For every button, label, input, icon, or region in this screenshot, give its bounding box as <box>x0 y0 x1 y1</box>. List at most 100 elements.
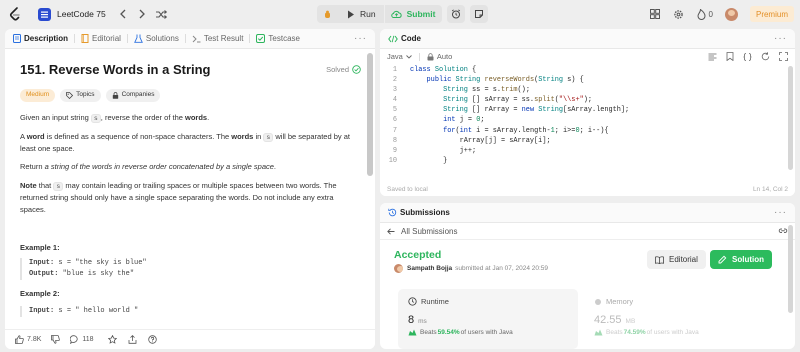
alarm-clock-icon <box>452 9 461 19</box>
code-text[interactable]: class Solution { <box>410 65 476 75</box>
code-line[interactable]: 1 class Solution { <box>380 65 795 75</box>
layout-grid-icon[interactable] <box>649 9 660 19</box>
auto-mode-toggle[interactable]: Auto <box>427 52 452 61</box>
timer-button[interactable] <box>447 5 466 23</box>
code-text[interactable]: for(int i = sArray.length-1; i>=0; i--){ <box>410 126 608 136</box>
bookmark-star-icon[interactable] <box>107 335 117 344</box>
submitter-name[interactable]: Sampath Bojja <box>407 265 452 272</box>
code-text[interactable]: String [] sArray = ss.split("\\s+"); <box>410 95 592 105</box>
runtime-card[interactable]: Runtime 8 ms Beats 59.54% of users with … <box>398 289 578 349</box>
braces-icon[interactable] <box>743 52 752 61</box>
code-line[interactable]: 6 int j = 0; <box>380 115 795 125</box>
memory-value-row: 42.55 MB <box>594 314 764 326</box>
submit-label: Submit <box>406 9 436 19</box>
code-scrollbar[interactable] <box>788 66 793 170</box>
code-text[interactable]: j++; <box>410 146 477 156</box>
tab-description[interactable]: Description <box>13 34 68 43</box>
intro-text: Given an input string <box>20 112 91 122</box>
chevron-right-icon[interactable] <box>137 9 147 19</box>
help-icon[interactable] <box>147 335 157 344</box>
editorial-label: Editorial <box>669 255 698 264</box>
tab-editorial[interactable]: Editorial <box>81 34 121 43</box>
code-text[interactable]: String ss = s.trim(); <box>410 85 530 95</box>
code-line[interactable]: 2 public String reverseWords(String s) { <box>380 75 795 85</box>
user-controls: 0 Premium <box>637 5 794 23</box>
code-line[interactable]: 3 String ss = s.trim(); <box>380 85 795 95</box>
code-text[interactable]: String [] rArray = new String[sArray.len… <box>410 105 629 115</box>
editorial-button[interactable]: Editorial <box>647 250 706 269</box>
back-to-all-submissions[interactable]: All Submissions <box>387 227 457 236</box>
code-line[interactable]: 8 rArray[j] = sArray[i]; <box>380 136 795 146</box>
definition-text: is defined as a sequence of non-space ch… <box>44 131 232 141</box>
return-text: Return <box>20 162 45 172</box>
run-button[interactable]: Run <box>343 5 384 23</box>
format-icon[interactable] <box>708 53 717 61</box>
description-scrollbar[interactable] <box>367 53 373 176</box>
submissions-tab[interactable]: Submissions <box>388 208 450 217</box>
bookmark-icon[interactable] <box>726 52 734 61</box>
leetcode-logo-icon[interactable] <box>8 7 22 21</box>
code-line[interactable]: 9 j++; <box>380 146 795 156</box>
notes-button[interactable] <box>470 5 489 23</box>
debug-button[interactable] <box>317 5 343 23</box>
topics-tag[interactable]: Topics <box>60 88 101 102</box>
submitter-avatar[interactable] <box>394 264 403 273</box>
code-tab[interactable]: Code <box>388 34 421 43</box>
companies-tag[interactable]: Companies <box>105 88 161 102</box>
code-line[interactable]: 7 for(int i = sArray.length-1; i>=0; i--… <box>380 126 795 136</box>
tag-icon <box>66 91 74 99</box>
chevron-left-icon[interactable] <box>118 9 128 19</box>
user-avatar[interactable] <box>724 7 738 21</box>
line-number: 7 <box>392 126 397 135</box>
submissions-scrollbar[interactable] <box>788 225 793 313</box>
submit-button[interactable]: Submit <box>384 5 443 23</box>
example-2-title: Example 2: <box>20 289 60 299</box>
submissions-more-options-icon[interactable]: ··· <box>774 207 787 218</box>
memory-chip-icon <box>595 298 601 305</box>
book-icon <box>81 34 89 43</box>
beats-text: Beats <box>606 329 623 336</box>
companies-label: Companies <box>121 91 155 99</box>
problem-title-row: 151. Reverse Words in a String Solved <box>20 60 361 80</box>
share-icon[interactable] <box>128 335 137 344</box>
shuffle-icon[interactable] <box>156 9 168 19</box>
settings-gear-icon[interactable] <box>673 9 684 20</box>
tab-solutions[interactable]: Solutions <box>134 34 179 43</box>
chevron-down-icon <box>406 54 412 59</box>
submissions-header: Submissions ··· <box>380 203 795 223</box>
reset-icon[interactable] <box>761 52 770 61</box>
history-icon <box>388 208 397 217</box>
runtime-value: 8 <box>408 314 415 326</box>
code-text[interactable]: } <box>410 156 447 166</box>
streak-counter[interactable]: 0 <box>697 8 713 20</box>
code-line[interactable]: 10 } <box>380 156 795 166</box>
code-editor[interactable]: 1 class Solution {2 public String reverse… <box>380 64 795 166</box>
more-options-icon[interactable]: ··· <box>354 33 367 44</box>
tab-test-result[interactable]: Test Result <box>192 34 243 43</box>
study-plan-title[interactable]: LeetCode 75 <box>57 9 106 19</box>
line-number: 4 <box>392 96 397 105</box>
tab-divider <box>126 34 128 43</box>
solution-button[interactable]: Solution <box>710 250 772 269</box>
link-icon[interactable] <box>778 227 788 235</box>
code-text[interactable]: int j = 0; <box>410 115 484 125</box>
thumbs-down-icon[interactable] <box>51 335 61 344</box>
example-1-title: Example 1: <box>20 243 60 253</box>
code-line[interactable]: 4 String [] sArray = ss.split("\\s+"); <box>380 95 795 105</box>
study-plan-icon[interactable] <box>38 7 51 21</box>
language-select[interactable]: Java <box>387 52 412 61</box>
like-button[interactable]: 7.8K <box>15 335 41 344</box>
tab-testcase[interactable]: Testcase <box>256 34 300 43</box>
code-line[interactable]: 5 String [] rArray = new String[sArray.l… <box>380 105 795 115</box>
submission-status: Accepted <box>394 249 442 261</box>
fullscreen-icon[interactable] <box>779 52 788 61</box>
comments-button[interactable]: 118 <box>70 335 94 344</box>
code-text[interactable]: public String reverseWords(String s) { <box>410 75 584 85</box>
premium-button[interactable]: Premium <box>749 6 794 22</box>
memory-card[interactable]: Memory 42.55 MB Beats 74.59% of users wi… <box>584 289 774 349</box>
code-more-options-icon[interactable]: ··· <box>774 33 787 44</box>
tab-testcase-label: Testcase <box>268 34 300 43</box>
toolbar-divider <box>418 52 420 61</box>
note-text: that <box>36 180 54 190</box>
code-text[interactable]: rArray[j] = sArray[i]; <box>410 136 551 146</box>
